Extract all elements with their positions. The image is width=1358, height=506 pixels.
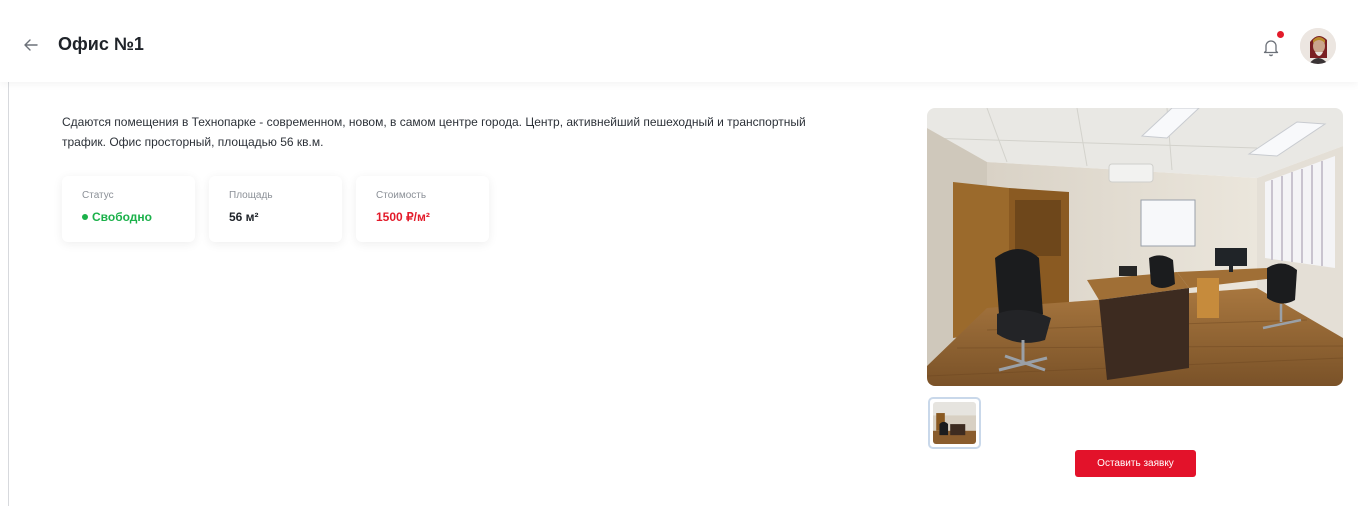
arrow-left-icon xyxy=(24,39,38,51)
left-divider xyxy=(8,12,9,506)
area-value: 56 м² xyxy=(229,210,259,224)
notifications-button[interactable] xyxy=(1260,36,1282,58)
status-value: Свободно xyxy=(92,210,152,224)
bell-icon xyxy=(1263,40,1279,57)
gallery-thumbnail[interactable] xyxy=(928,397,981,449)
office-thumbnail-photo xyxy=(933,402,976,444)
page-title: Офис №1 xyxy=(58,34,144,54)
price-label: Стоимость xyxy=(376,190,427,201)
thumbnail-image xyxy=(933,402,976,444)
user-avatar-image xyxy=(1300,28,1336,64)
status-card: Статус Свободно xyxy=(62,176,195,242)
price-value: 1500 ₽/м² xyxy=(376,210,430,224)
status-label: Статус xyxy=(82,190,114,201)
notification-badge xyxy=(1277,31,1284,38)
status-value-row: Свободно xyxy=(82,210,195,224)
stats-cards: Статус Свободно Площадь 56 м² Стоимость … xyxy=(62,176,489,242)
avatar[interactable] xyxy=(1300,28,1336,64)
main-office-photo[interactable] xyxy=(927,108,1343,386)
office-photo xyxy=(927,108,1343,386)
area-card: Площадь 56 м² xyxy=(209,176,342,242)
office-description: Сдаются помещения в Технопарке - совреме… xyxy=(62,115,806,149)
area-label: Площадь xyxy=(229,190,273,201)
apply-button[interactable]: Оставить заявку xyxy=(1075,450,1196,477)
page: Офис №1 Сдаются помещения в Технопарке -… xyxy=(0,0,1358,506)
back-button[interactable] xyxy=(22,36,40,54)
header: Офис №1 xyxy=(0,0,1358,82)
price-card: Стоимость 1500 ₽/м² xyxy=(356,176,489,242)
status-dot-icon xyxy=(82,214,88,220)
